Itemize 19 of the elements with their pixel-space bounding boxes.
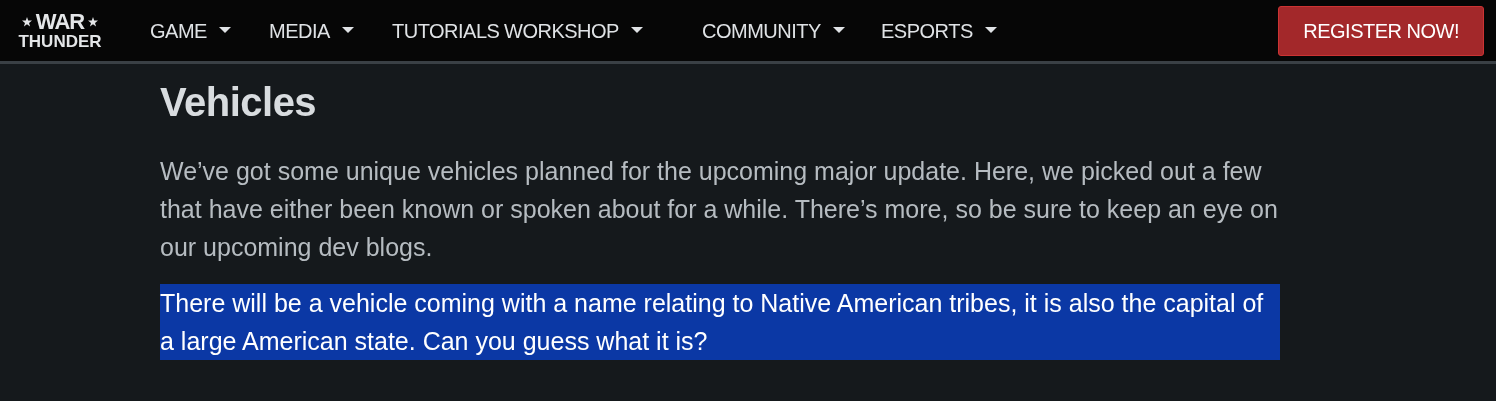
caret-icon <box>341 27 354 34</box>
register-button[interactable]: REGISTER NOW! <box>1278 5 1484 56</box>
caret-icon <box>218 27 231 34</box>
caret-icon <box>832 27 845 34</box>
nav-link[interactable]: GAME <box>150 15 231 46</box>
star-icon <box>88 17 99 27</box>
paragraph: There will be a vehicle coming with a name relating to Native American tribes, it is also the capital of a large American state. Can you guess what it is? <box>160 284 1280 360</box>
nav-link[interactable]: TUTORIALS <box>392 15 500 46</box>
logo-text: THUNDER <box>18 33 102 50</box>
caret-icon <box>630 27 643 34</box>
section-heading: Vehicles <box>160 79 318 126</box>
nav-link[interactable]: ESPORTS <box>881 15 997 46</box>
logo-text: WAR <box>35 11 85 33</box>
paragraph: We’ve got some unique vehicles planned for the upcoming major update. Here, we picked out a few that have either been known or spoken about for a while. There’s more, so be sure to keep an eye on our upcoming dev blogs. <box>160 156 1279 263</box>
caret-icon <box>984 27 997 34</box>
nav-link[interactable]: WORKSHOP <box>504 15 643 46</box>
nav-link[interactable]: COMMUNITY <box>702 15 845 46</box>
nav-link[interactable]: MEDIA <box>269 15 354 46</box>
star-icon <box>21 17 32 27</box>
